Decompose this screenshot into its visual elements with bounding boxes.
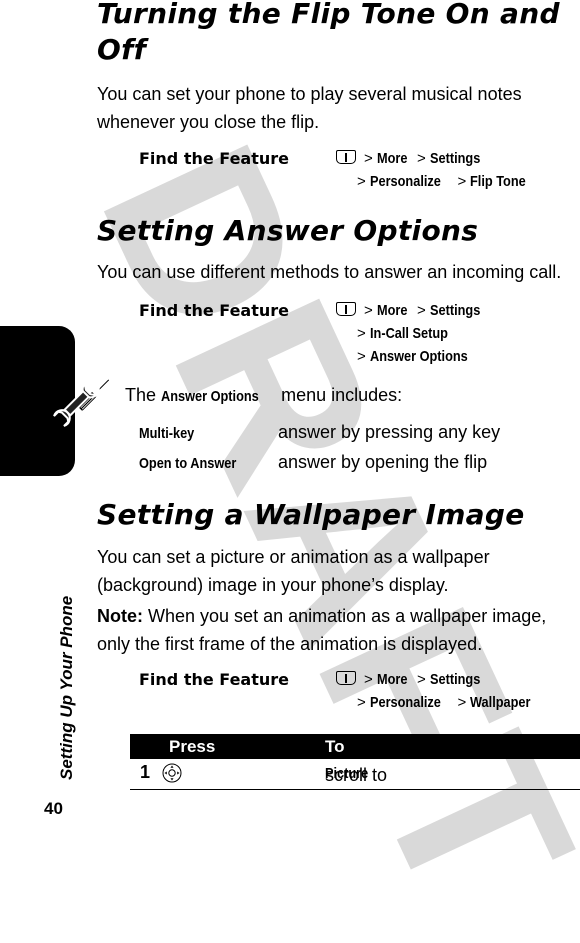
header-to: To [325, 737, 345, 756]
menu-key-icon [336, 302, 356, 316]
path-item[interactable]: Settings [430, 299, 480, 322]
menu-intro-keyword: Answer Options [161, 388, 259, 405]
path-item[interactable]: Flip Tone [470, 170, 526, 193]
page-number: 40 [44, 799, 63, 818]
find-feature-label: Find the Feature [139, 149, 289, 168]
path-item[interactable]: More [377, 147, 407, 170]
note-label: Note: [97, 606, 143, 626]
heading-answer-options: Setting Answer Options [97, 214, 479, 247]
nav-key-icon [162, 763, 182, 783]
steps-table: Press To 1 scroll to Picture [130, 734, 580, 790]
path-item[interactable]: Wallpaper [470, 691, 530, 714]
section-title-vertical: Setting Up Your Phone [57, 595, 76, 780]
menu-intro: The Answer Options menu includes: [125, 381, 402, 411]
menu-key-icon [336, 150, 356, 164]
find-feature-label: Find the Feature [139, 301, 289, 320]
option-name: Multi-key [139, 425, 195, 442]
option-description: answer by opening the flip [278, 452, 488, 472]
table-row: 1 scroll to Picture [130, 759, 580, 790]
body-flip-tone: You can set your phone to play several m… [97, 84, 522, 132]
path-item[interactable]: Personalize [370, 691, 441, 714]
note-wallpaper: Note: When you set an animation as a wal… [97, 602, 577, 658]
menu-path-flip-tone: > More > Settings > Personalize > Flip T… [336, 147, 536, 193]
option-description: answer by pressing any key [278, 422, 501, 442]
option-name: Open to Answer [139, 455, 237, 472]
table-header: Press To [130, 734, 580, 759]
tools-icon [53, 378, 111, 427]
step-action-keyword: Picture [325, 765, 369, 782]
path-item[interactable]: Settings [430, 668, 480, 691]
step-number: 1 [140, 762, 151, 782]
path-item[interactable]: More [377, 299, 407, 322]
body-wallpaper: You can set a picture or animation as a … [97, 547, 490, 595]
find-feature-label: Find the Feature [139, 670, 289, 689]
header-press: Press [169, 737, 216, 756]
path-item[interactable]: More [377, 668, 407, 691]
menu-intro-suffix: menu includes: [281, 385, 403, 405]
note-text: When you set an animation as a wallpaper… [97, 606, 547, 654]
path-item[interactable]: Answer Options [370, 345, 468, 368]
menu-path-answer-options: > More > Settings > In-Call Setup > Answ… [336, 299, 489, 368]
path-item[interactable]: In-Call Setup [370, 322, 448, 345]
heading-wallpaper: Setting a Wallpaper Image [97, 498, 525, 531]
menu-key-icon [336, 671, 356, 685]
menu-path-wallpaper: > More > Settings > Personalize > Wallpa… [336, 668, 542, 714]
body-answer-options: You can use different methods to answer … [97, 262, 562, 282]
menu-intro-prefix: The [125, 385, 157, 405]
heading-flip-tone: Turning the Flip Tone On and Off [97, 0, 560, 66]
path-item[interactable]: Settings [430, 147, 480, 170]
path-item[interactable]: Personalize [370, 170, 441, 193]
